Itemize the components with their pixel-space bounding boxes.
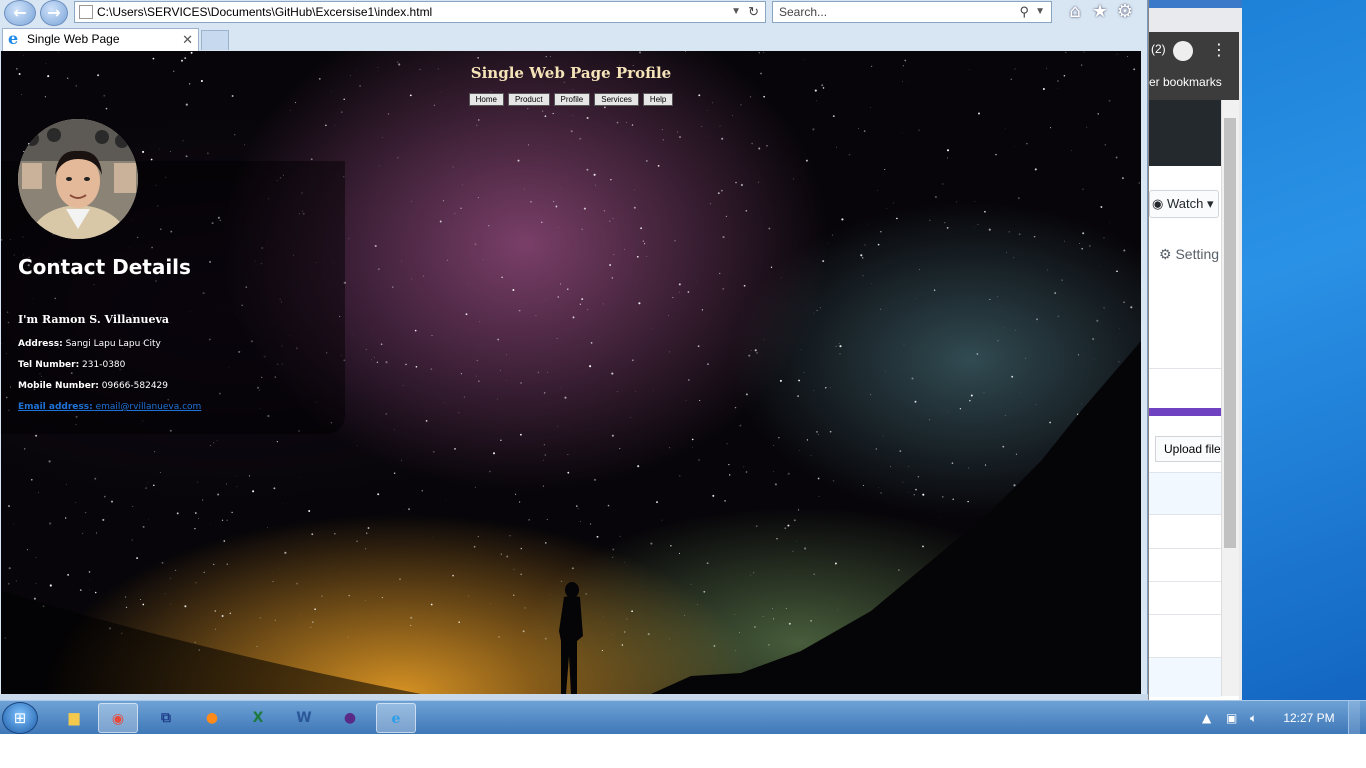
main-menu: Home Product Profile Services Help (1, 93, 1141, 106)
app-icon[interactable]: ⧉ (146, 703, 186, 733)
search-input[interactable]: Search... ⚲ ▼ (772, 1, 1052, 23)
contact-heading: Contact Details (18, 255, 191, 279)
tab-single-web-page[interactable]: e Single Web Page ✕ (2, 28, 199, 51)
address-label: Address: (18, 339, 63, 349)
excel-icon[interactable]: X (238, 703, 278, 733)
page-title: Single Web Page Profile (470, 64, 672, 82)
close-icon[interactable]: ✕ (182, 29, 193, 50)
menu-home-button[interactable]: Home (468, 93, 504, 106)
network-icon[interactable]: ▣ (1226, 701, 1237, 735)
extension-badge[interactable]: (2) (1151, 42, 1166, 56)
email-link[interactable]: Email address: email@rvillanueva.com (18, 402, 201, 412)
menu-help-button[interactable]: Help (642, 93, 674, 106)
mobile-line: Mobile Number: 09666-582429 (18, 381, 168, 391)
app-icon-2[interactable]: ● (330, 703, 370, 733)
clock[interactable]: 12:27 PM (1278, 701, 1340, 735)
file-row[interactable] (1149, 657, 1221, 697)
intro-text: I'm Ramon S. Villanueva (18, 313, 170, 326)
new-tab-button[interactable] (201, 30, 229, 50)
other-bookmarks-link[interactable]: er bookmarks (1149, 75, 1222, 89)
file-row[interactable] (1149, 581, 1221, 582)
tab-title: Single Web Page (27, 32, 120, 46)
refresh-icon[interactable]: ↻ (748, 2, 759, 22)
arrow-right-icon: → (47, 3, 61, 22)
favorites-star-icon[interactable]: ★ (1090, 2, 1110, 22)
chevron-up-icon[interactable]: ▲ (1202, 701, 1211, 735)
ie-icon[interactable]: e (376, 703, 416, 733)
windows-logo-icon: ⊞ (13, 709, 27, 727)
file-row[interactable] (1149, 548, 1221, 549)
email-label: Email address: (18, 402, 93, 412)
file-row[interactable] (1149, 514, 1221, 515)
page-icon (79, 5, 93, 19)
address-value: Sangi Lapu Lapu City (65, 339, 161, 349)
ie-browser-window: ← → C:\Users\SERVICES\Documents\GitHub\E… (0, 0, 1148, 700)
upload-file-button[interactable]: Upload file (1155, 436, 1225, 462)
menu-product-button[interactable]: Product (507, 93, 550, 106)
gear-icon: ⚙ (1159, 246, 1172, 262)
watch-label: Watch (1166, 196, 1204, 211)
divider (1149, 368, 1221, 369)
word-icon[interactable]: W (284, 703, 324, 733)
settings-tab[interactable]: ⚙ Setting (1159, 246, 1219, 263)
tel-label: Tel Number: (18, 360, 80, 370)
forward-button[interactable]: → (40, 0, 68, 26)
desktop: (2) ⋮ er bookmarks ◉ Watch ▾ ⚙ Setting U… (0, 0, 1366, 768)
search-icon[interactable]: ⚲ (1019, 2, 1029, 22)
language-bar (1149, 408, 1221, 416)
mobile-value: 09666-582429 (101, 381, 168, 391)
ie-icon: e (8, 29, 19, 48)
address-text: C:\Users\SERVICES\Documents\GitHub\Excer… (97, 5, 433, 19)
taskbar: ⊞ ▆ ◉ ⧉ ● X W ● e ▲ ▣ 🔈︎ 12:27 PM (0, 700, 1366, 735)
menu-services-button[interactable]: Services (594, 93, 639, 106)
gear-icon[interactable]: ⚙ (1115, 2, 1135, 22)
address-bar[interactable]: C:\Users\SERVICES\Documents\GitHub\Excer… (74, 1, 766, 23)
chrome-titlebar[interactable] (1149, 0, 1242, 8)
screen-margin (0, 734, 1366, 768)
search-placeholder: Search... (779, 5, 828, 19)
profile-avatar (18, 119, 138, 239)
back-button[interactable]: ← (4, 0, 36, 26)
github-header (1149, 100, 1221, 166)
watch-button[interactable]: ◉ Watch ▾ (1149, 190, 1219, 218)
settings-label: Setting (1175, 246, 1220, 262)
file-row[interactable] (1149, 614, 1221, 615)
tel-line: Tel Number: 231-0380 (18, 360, 125, 370)
tel-value: 231-0380 (82, 360, 126, 370)
show-desktop-button[interactable] (1348, 701, 1360, 735)
file-row[interactable] (1149, 472, 1221, 514)
background-chrome-window[interactable]: (2) ⋮ er bookmarks ◉ Watch ▾ ⚙ Setting U… (1148, 0, 1242, 700)
volume-icon[interactable]: 🔈︎ (1250, 701, 1257, 735)
chevron-down-icon[interactable]: ▼ (731, 2, 741, 22)
mobile-label: Mobile Number: (18, 381, 99, 391)
person-silhouette (559, 582, 583, 694)
scrollbar-thumb[interactable] (1224, 118, 1236, 548)
menu-kebab-icon[interactable]: ⋮ (1211, 40, 1227, 60)
page-viewport: Single Web Page Profile Home Product Pro… (1, 51, 1141, 694)
explorer-icon[interactable]: ▆ (54, 703, 94, 733)
email-value: email@rvillanueva.com (95, 402, 202, 412)
chrome-icon[interactable]: ◉ (98, 703, 138, 733)
home-icon[interactable]: ⌂ (1065, 2, 1085, 22)
start-button[interactable]: ⊞ (2, 702, 38, 734)
arrow-left-icon: ← (13, 3, 27, 22)
firefox-icon[interactable]: ● (192, 703, 232, 733)
address-line: Address: Sangi Lapu Lapu City (18, 339, 161, 349)
chevron-down-icon[interactable]: ▼ (1035, 2, 1045, 22)
eye-icon: ◉ (1152, 196, 1164, 211)
menu-profile-button[interactable]: Profile (553, 93, 591, 106)
incognito-icon[interactable] (1173, 41, 1193, 61)
